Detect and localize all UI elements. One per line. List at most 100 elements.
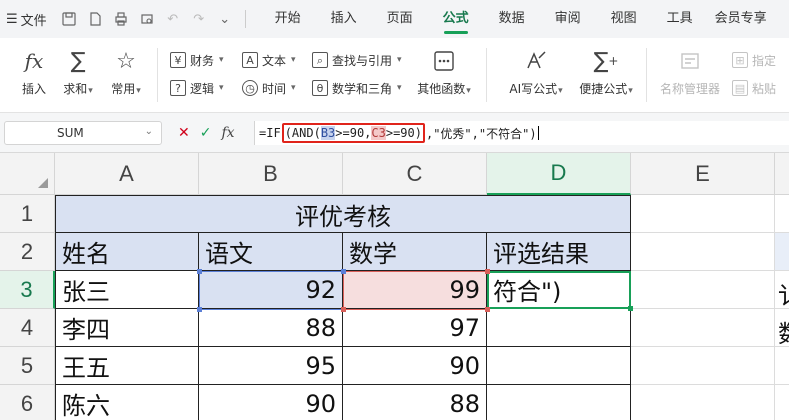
divider [244,10,246,28]
tab-page[interactable]: 页面 [372,0,428,38]
tab-home[interactable]: 开始 [260,0,316,38]
tab-data[interactable]: 数据 [484,0,540,38]
table-cell-name[interactable]: 李四 [55,309,199,347]
cell-e1[interactable] [631,195,775,233]
table-cell-chinese[interactable]: 88 [199,309,343,347]
define-name-button[interactable]: ⊞ 指定 [732,50,776,70]
cancel-icon[interactable]: ✕ [178,125,190,141]
table-cell-name[interactable]: 王五 [55,347,199,385]
resize-handle[interactable] [485,269,490,274]
table-cell-result[interactable] [487,309,631,347]
confirm-icon[interactable]: ✓ [200,125,212,141]
row-header-2[interactable]: 2 [0,233,55,271]
header-cell-math[interactable]: 数学 [343,233,487,271]
print-icon[interactable] [109,7,133,31]
tab-formulas[interactable]: 公式 [428,0,484,38]
resize-handle[interactable] [341,307,346,312]
table-cell-math[interactable]: 97 [343,309,487,347]
chevron-down-icon[interactable]: ⌄ [213,7,237,31]
formula-input[interactable]: =IF (AND(B3>=90,C3>=90) ,"优秀","不符合") [254,121,789,145]
resize-handle[interactable] [197,307,202,312]
table-cell-chinese[interactable]: 95 [199,347,343,385]
name-manager-button[interactable]: 名称管理器 [658,46,722,97]
other-functions-button[interactable]: 其他函数▾ [414,46,474,97]
tab-tools[interactable]: 工具 [652,0,708,38]
select-all-corner[interactable] [0,153,55,195]
row-header-1[interactable]: 1 [0,195,55,233]
undo-icon[interactable]: ↶ [161,7,185,31]
sigma-plus-icon: ∑ + [593,48,619,74]
tab-review[interactable]: 审阅 [540,0,596,38]
lookup-functions-button[interactable]: ⌕ 查找与引用 ▾ [312,50,402,70]
quick-formula-button[interactable]: ∑ + 便捷公式▾ [576,46,636,97]
paste-name-button[interactable]: ▤ 粘贴 [732,78,776,98]
row-header-5[interactable]: 5 [0,347,55,385]
chevron-down-icon[interactable]: ⌄ [145,126,153,137]
insert-function-button[interactable]: fx 插入 [12,46,56,97]
ai-pen-icon [506,46,566,76]
column-header-d[interactable]: D [487,153,631,195]
tab-insert[interactable]: 插入 [316,0,372,38]
redo-icon[interactable]: ↷ [187,7,211,31]
header-cell-name[interactable]: 姓名 [55,233,199,271]
formula-highlight-box: (AND(B3>=90,C3>=90) [281,123,425,143]
table-cell-result[interactable] [487,385,631,420]
print-preview-icon[interactable] [135,7,159,31]
resize-handle[interactable] [341,269,346,274]
export-pdf-icon[interactable] [83,7,107,31]
file-menu[interactable]: ☰ 文件 [0,7,53,31]
header-cell-chinese[interactable]: 语文 [199,233,343,271]
column-header-e[interactable]: E [631,153,775,195]
autosum-button[interactable]: ∑ 求和▾ [56,46,100,97]
spreadsheet-grid: A B C D E 1 2 3 4 5 6 评优考核 姓名 语文 数学 评选结果… [0,153,789,420]
logical-functions-button[interactable]: ? 逻辑 ▾ [170,78,224,98]
resize-handle[interactable] [197,269,202,274]
row-header-3[interactable]: 3 [0,271,55,309]
cell-e4[interactable] [631,309,775,347]
fill-handle[interactable] [628,306,633,311]
math-functions-button[interactable]: θ 数学和三角 ▾ [312,78,402,98]
column-header-c[interactable]: C [343,153,487,195]
cell-f1[interactable] [775,195,789,233]
yen-icon: ¥ [170,52,186,68]
table-cell-name[interactable]: 张三 [55,271,199,309]
header-cell-result[interactable]: 评选结果 [487,233,631,271]
time-functions-button[interactable]: ◷ 时间 ▾ [242,78,296,98]
table-cell-name[interactable]: 陈六 [55,385,199,420]
formula-ribbon: fx 插入 ∑ 求和▾ ☆ 常用▾ ¥ 财务 ▾ ? 逻辑 ▾ A 文本 ▾ ◷ 时间… [0,38,789,113]
table-cell-result[interactable] [487,347,631,385]
table-cell-chinese[interactable]: 90 [199,385,343,420]
column-header-f[interactable] [775,153,789,195]
cell-e6[interactable] [631,385,775,420]
save-icon[interactable] [57,7,81,31]
row-header-4[interactable]: 4 [0,309,55,347]
tab-membership[interactable]: 会员专享 [708,0,774,38]
cell-e5[interactable] [631,347,775,385]
cell-f5[interactable] [775,347,789,385]
quick-formula-label: 便捷公式 [579,82,628,96]
table-cell-chinese[interactable]: 92 [199,271,343,309]
resize-handle[interactable] [485,307,490,312]
column-header-a[interactable]: A [55,153,199,195]
fx-icon[interactable]: fx [221,125,234,141]
table-cell-math[interactable]: 90 [343,347,487,385]
divider [486,48,487,102]
row-header-6[interactable]: 6 [0,385,55,420]
tab-view[interactable]: 视图 [596,0,652,38]
column-header-b[interactable]: B [199,153,343,195]
active-cell-d3[interactable]: 符合") [487,271,631,309]
cell-e3[interactable] [631,271,775,309]
table-cell-math[interactable]: 88 [343,385,487,420]
autosum-label: 求和 [63,82,88,96]
name-manager-icon [658,46,722,76]
table-cell-math[interactable]: 99 [343,271,487,309]
cell-f6[interactable] [775,385,789,420]
text-functions-button[interactable]: A 文本 ▾ [242,50,296,70]
name-box[interactable]: SUM ⌄ [4,121,162,145]
financial-functions-button[interactable]: ¥ 财务 ▾ [170,50,224,70]
ai-formula-button[interactable]: AI写公式▾ [506,46,566,97]
common-functions-button[interactable]: ☆ 常用▾ [104,46,148,97]
title-cell[interactable]: 评优考核 [55,195,631,233]
cell-f2[interactable] [775,233,789,271]
cell-e2[interactable] [631,233,775,271]
